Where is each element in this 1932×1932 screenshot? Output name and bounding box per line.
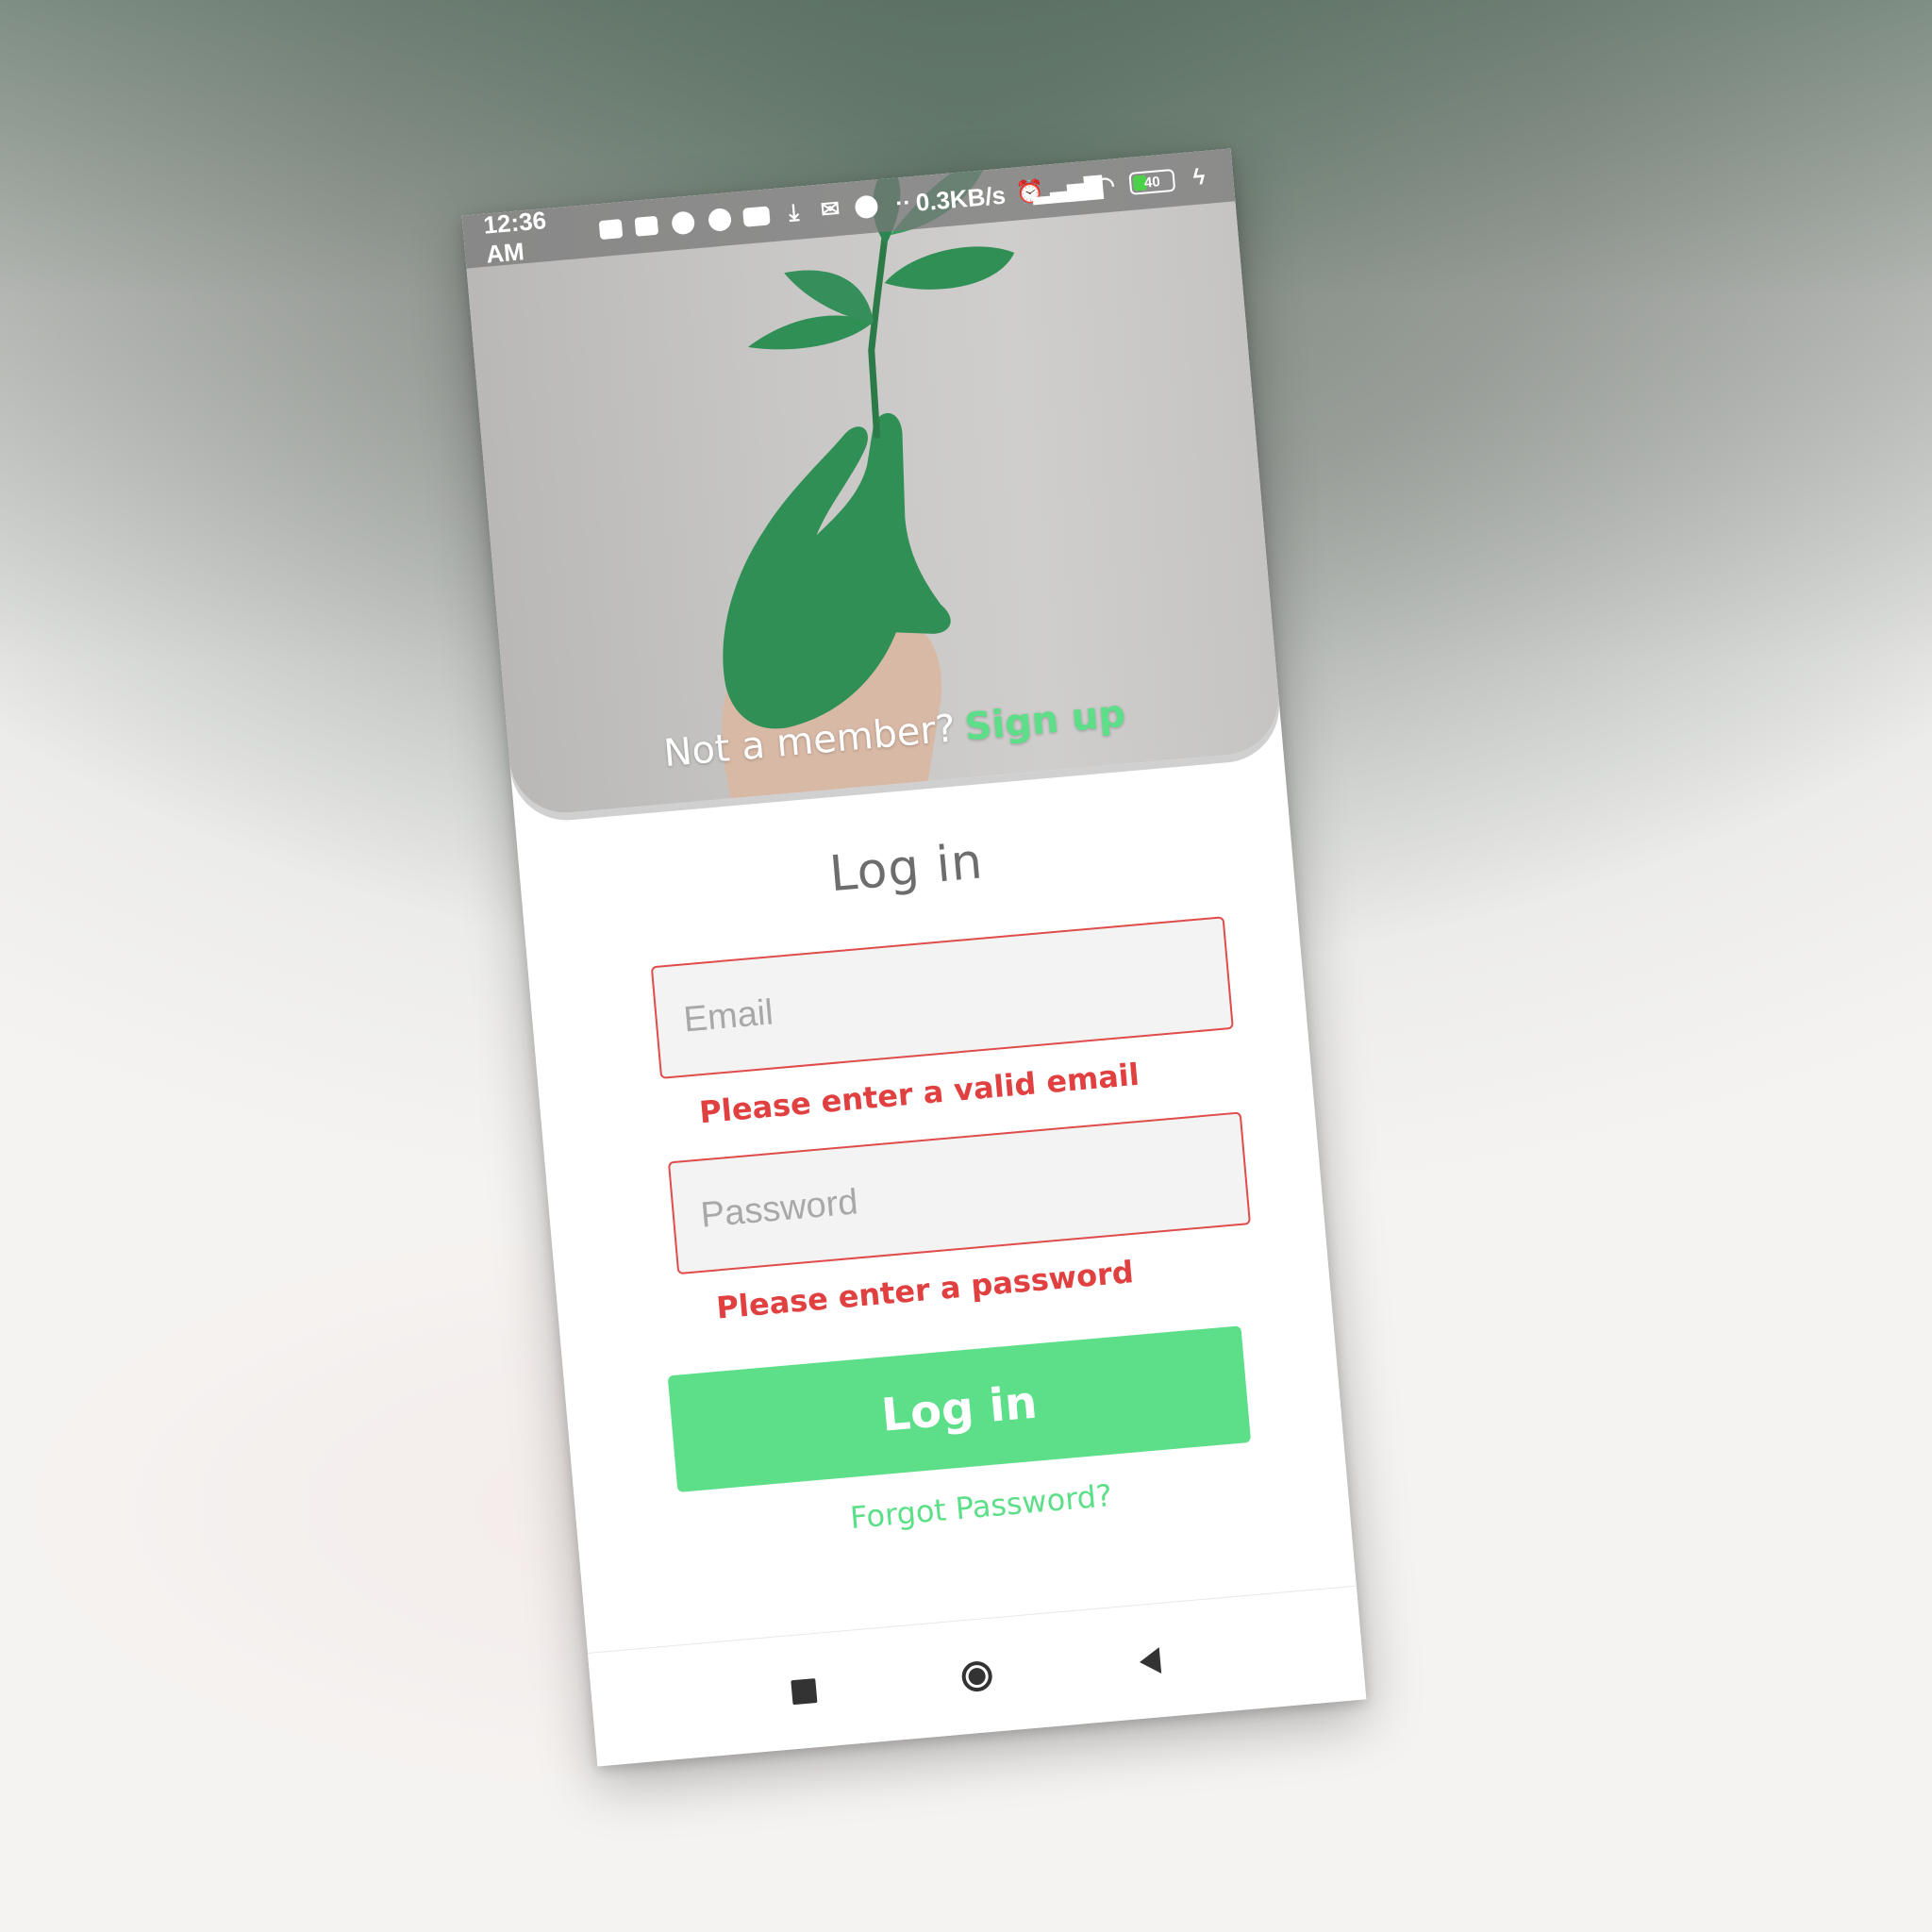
back-button[interactable]: [1127, 1639, 1173, 1684]
home-icon: [960, 1659, 994, 1693]
whatsapp-icon: [853, 192, 880, 221]
clock: 12:36 AM: [482, 206, 548, 269]
email-input[interactable]: [679, 954, 1205, 1042]
password-field-group: Please enter a password: [667, 1111, 1254, 1329]
login-form: Log in Please enter a valid email Please…: [514, 750, 1348, 1559]
battery-icon: 40: [1128, 168, 1176, 195]
message-icon: [597, 215, 625, 243]
page-title: Log in: [827, 833, 986, 904]
charging-icon: ϟ: [1191, 164, 1207, 192]
signal-icon: ▂▃▅▇: [1031, 173, 1104, 205]
password-input[interactable]: [697, 1149, 1222, 1238]
gmail-icon: ✉: [819, 195, 841, 224]
download-icon: ⤓: [788, 199, 800, 226]
net-speed: 0.3KB/s: [914, 180, 1008, 217]
youtube-icon: [742, 202, 772, 230]
message-icon: [633, 212, 660, 241]
more-dots-icon: ··: [894, 190, 912, 217]
messenger-icon: [707, 206, 734, 234]
recents-button[interactable]: [782, 1669, 827, 1714]
battery-level: 40: [1143, 173, 1161, 192]
email-field-group: Please enter a valid email: [650, 916, 1237, 1133]
home-button[interactable]: [955, 1654, 1000, 1699]
phone-screen: Not a member? Sign up 12:36 AM ⤓ ✉ ·· 0.3…: [461, 148, 1367, 1767]
back-icon: [1138, 1647, 1162, 1675]
messenger-icon: [670, 208, 697, 237]
recents-icon: [791, 1678, 818, 1706]
login-button[interactable]: Log in: [667, 1325, 1252, 1492]
wifi-icon: ◠: [1093, 172, 1117, 200]
